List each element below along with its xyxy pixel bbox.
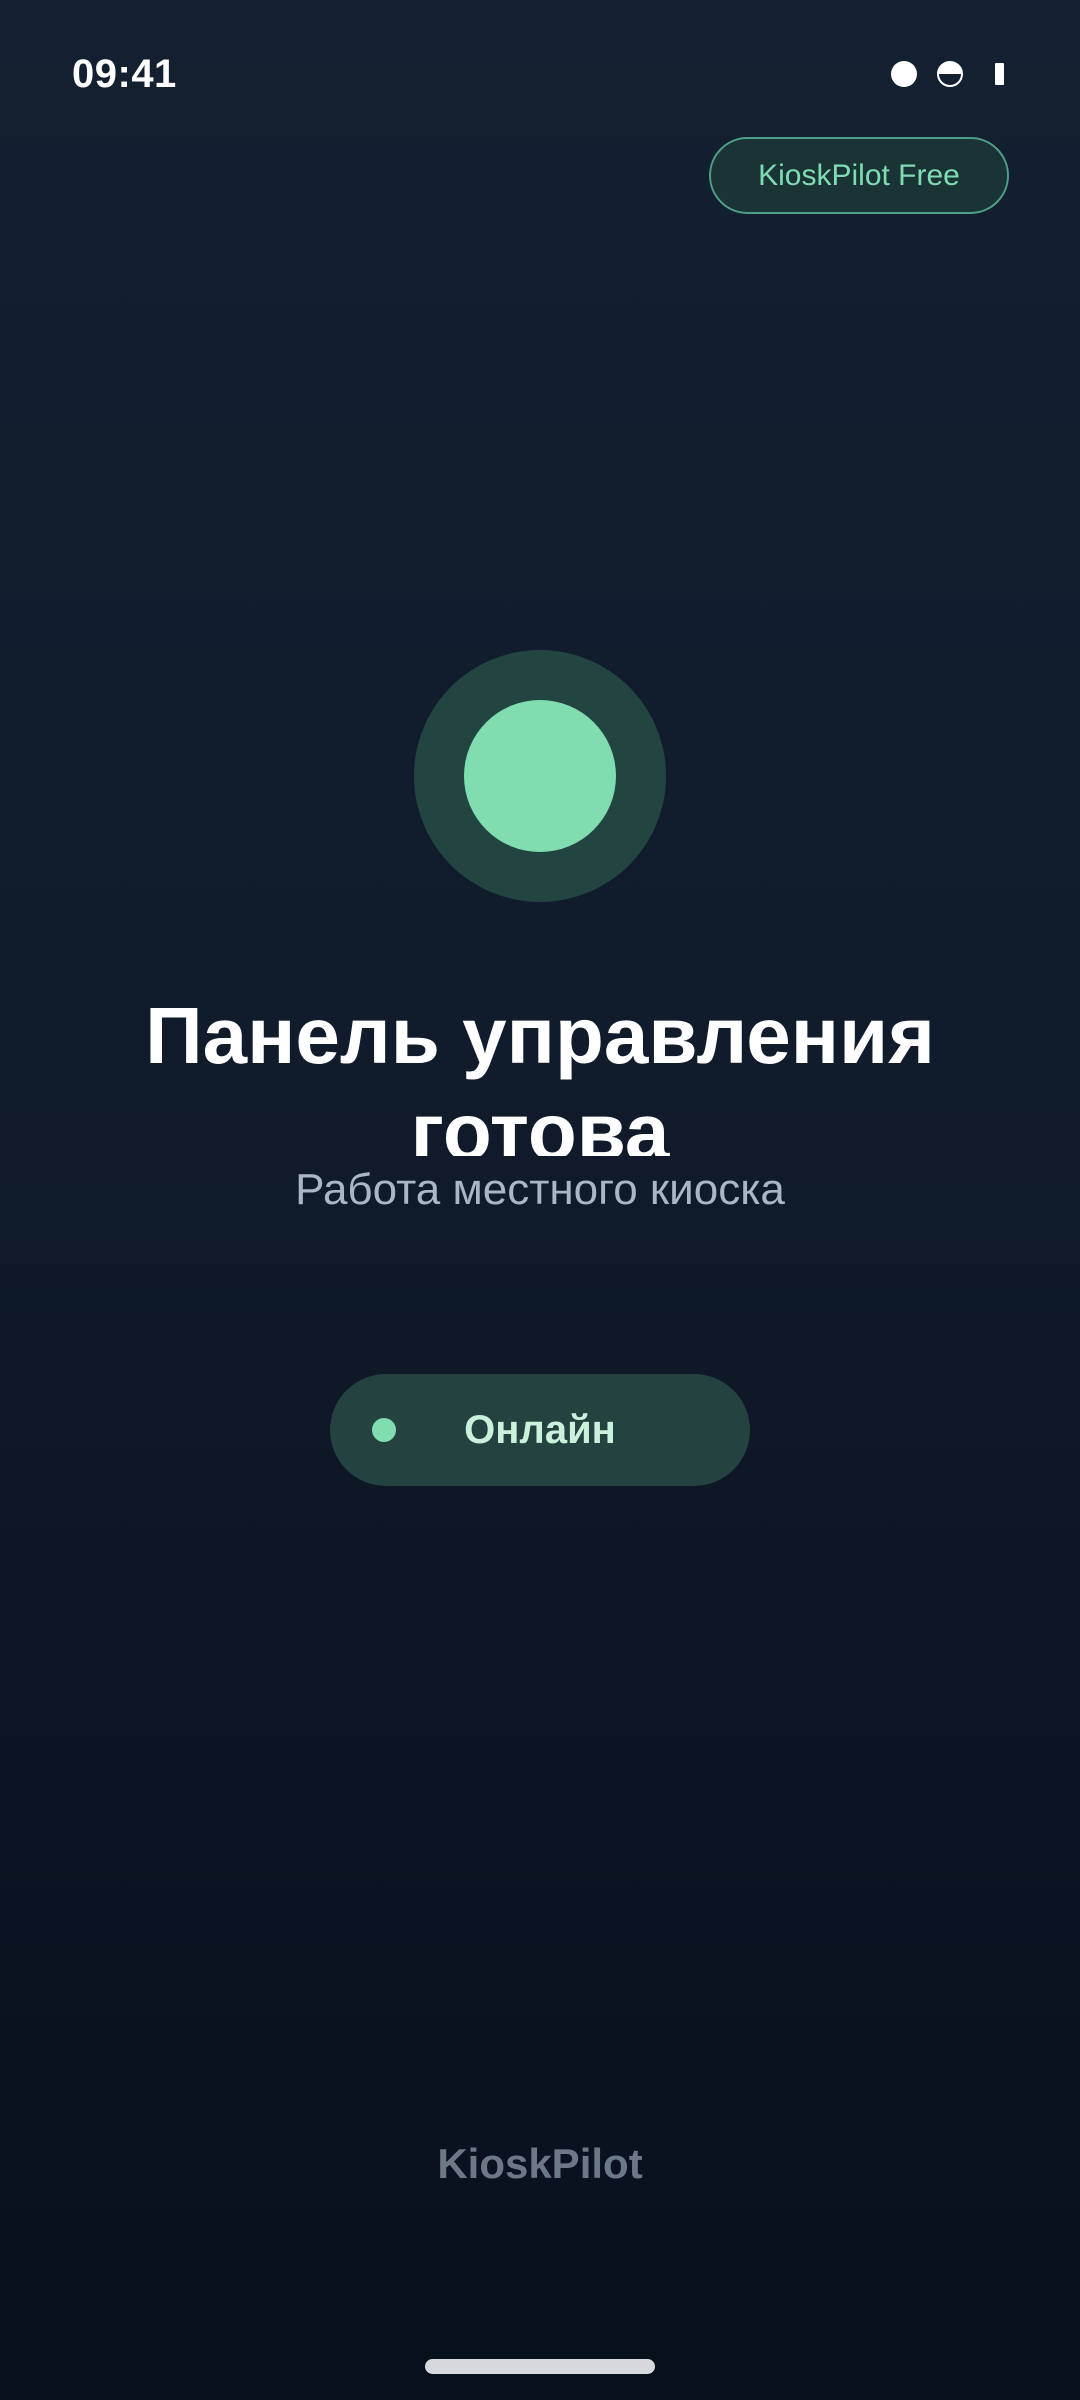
online-status-pill[interactable]: Онлайн (330, 1374, 750, 1486)
signal-dot-icon (891, 61, 917, 87)
page-subtitle: Работа местного киоска (295, 1165, 785, 1214)
home-indicator[interactable] (425, 2359, 655, 2374)
status-time: 09:41 (72, 52, 177, 96)
plan-badge-button[interactable]: KioskPilot Free (709, 137, 1009, 214)
status-icons (891, 59, 1004, 89)
footer-brand: KioskPilot (437, 2140, 643, 2187)
status-bar: 09:41 (0, 0, 1080, 150)
page-title: Панель управления готова (145, 991, 935, 1156)
half-circle-icon (937, 61, 963, 87)
online-status-label: Онлайн (464, 1408, 616, 1452)
status-circle-icon (464, 700, 616, 852)
battery-icon (995, 63, 1004, 85)
status-indicator (414, 650, 666, 902)
